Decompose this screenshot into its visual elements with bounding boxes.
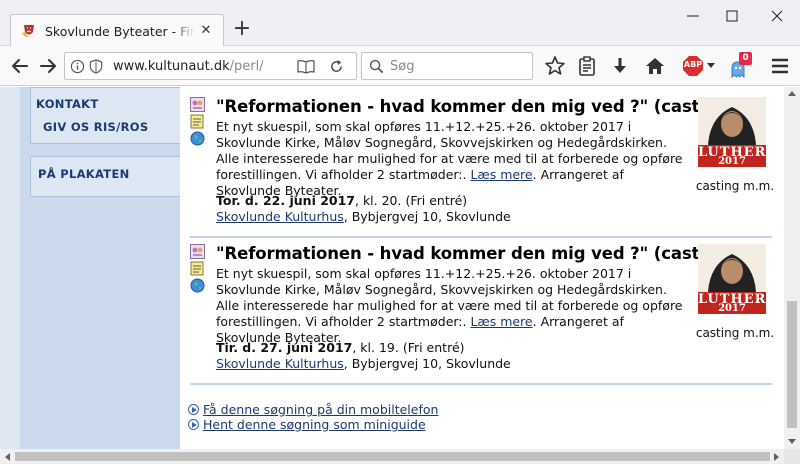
event-venue: Skovlunde Kulturhus, Bybjergvej 10, Skov… (216, 209, 511, 224)
theater-poster-icon[interactable] (190, 244, 205, 259)
event-time: , kl. 20. (Fri entré) (355, 193, 468, 208)
event-date: Tor. d. 22. juni 2017, kl. 20. (Fri entr… (216, 193, 467, 208)
maximize-window-icon[interactable] (722, 6, 742, 26)
read-more-link[interactable]: Læs mere (470, 314, 532, 329)
venue-link[interactable]: Skovlunde Kulturhus (216, 209, 344, 224)
url-host: www.kultunaut.dk (113, 59, 230, 74)
adblock-label: ABP (683, 60, 703, 69)
globe-icon[interactable] (190, 278, 205, 293)
poster-text-year: 2017 (718, 303, 746, 314)
search-bar[interactable]: Søg (361, 52, 533, 80)
globe-icon[interactable] (190, 131, 205, 146)
mobile-search-link-text: Få denne søgning på din mobiltelefon (203, 402, 439, 417)
calendar-note-icon[interactable] (190, 261, 205, 276)
sidebar-item-kontakt[interactable]: KONTAKT (36, 97, 99, 111)
scroll-down-arrow-icon[interactable] (788, 439, 796, 445)
event-image-caption: casting m.m. (695, 179, 775, 193)
event-separator (190, 236, 772, 238)
sidebar-item-giv-os-ris-ros[interactable]: GIV OS RIS/ROS (43, 120, 148, 134)
bookmark-star-icon[interactable] (543, 54, 567, 78)
minimize-window-icon[interactable] (683, 6, 703, 26)
circle-arrow-icon (188, 404, 199, 415)
tab-title: Skovlunde Byteater - Find de (45, 24, 195, 39)
poster-text-year: 2017 (718, 156, 746, 167)
event-item: "Reformationen - hvad kommer den mig ved… (190, 244, 774, 379)
notification-count-badge: 0 (739, 52, 752, 65)
event-icons (190, 244, 206, 295)
left-column: KONTAKT GIV OS RIS/ROS PÅ PLAKATEN (0, 87, 180, 449)
horizontal-scrollbar[interactable] (0, 449, 784, 464)
search-icon (369, 59, 384, 74)
event-image[interactable]: LUTHER 2017 (698, 244, 766, 314)
horizontal-scroll-thumb[interactable] (15, 452, 770, 461)
event-description: Et nyt skuespil, som skal opføres 11.+12… (216, 119, 686, 199)
event-title: "Reformationen - hvad kommer den mig ved… (216, 97, 742, 116)
vertical-scrollbar[interactable] (784, 87, 800, 449)
sidebar-item-paa-plakaten[interactable]: PÅ PLAKATEN (38, 167, 130, 181)
browser-tab[interactable]: Skovlunde Byteater - Find de ✕ (10, 14, 224, 47)
url-path: /perl/stec (229, 59, 263, 74)
main-column: "Reformationen - hvad kommer den mig ved… (180, 87, 784, 449)
sidebar-box-contact: KONTAKT GIV OS RIS/ROS (30, 87, 180, 144)
event-time: , kl. 19. (Fri entré) (352, 340, 465, 355)
read-more-link[interactable]: Læs mere (470, 167, 532, 182)
event-date-bold: Tor. d. 22. juni 2017 (216, 193, 355, 208)
notifications-button[interactable]: 0 (729, 52, 753, 79)
theater-poster-icon[interactable] (190, 97, 205, 112)
venue-address: , Bybjergvej 10, Skovlunde (343, 209, 511, 224)
miniguide-link-text: Hent denne søgning som miniguide (203, 417, 426, 432)
event-title: "Reformationen - hvad kommer den mig ved… (216, 244, 742, 263)
info-icon[interactable] (70, 59, 85, 74)
home-icon[interactable] (643, 54, 667, 78)
scrollbar-corner (784, 449, 800, 464)
event-date-bold: Tir. d. 27. juni 2017 (216, 340, 353, 355)
navigation-toolbar: www.kultunaut.dk/perl/stec Søg (0, 46, 800, 86)
venue-address: , Bybjergvej 10, Skovlunde (343, 356, 511, 371)
sidebar-box-plakaten: PÅ PLAKATEN (30, 156, 180, 197)
theater-masks-icon (22, 25, 34, 38)
new-tab-button[interactable]: + (230, 18, 254, 42)
mobile-search-link[interactable]: Få denne søgning på din mobiltelefon (188, 402, 438, 417)
event-date: Tir. d. 27. juni 2017, kl. 19. (Fri entr… (216, 340, 465, 355)
reload-icon[interactable] (329, 59, 344, 74)
miniguide-link[interactable]: Hent denne søgning som miniguide (188, 417, 426, 432)
event-image-caption: casting m.m. (695, 326, 775, 340)
dropdown-arrow-icon[interactable] (707, 63, 715, 69)
close-window-icon[interactable] (767, 6, 787, 26)
back-arrow-icon[interactable] (8, 54, 32, 78)
scroll-up-arrow-icon[interactable] (788, 90, 796, 96)
calendar-note-icon[interactable] (190, 114, 205, 129)
venue-link[interactable]: Skovlunde Kulturhus (216, 356, 344, 371)
url-bar[interactable]: www.kultunaut.dk/perl/stec (64, 52, 357, 80)
circle-arrow-icon (188, 419, 199, 430)
event-description: Et nyt skuespil, som skal opføres 11.+12… (216, 266, 686, 346)
hamburger-menu-icon[interactable] (768, 54, 792, 78)
tracking-shield-icon[interactable] (89, 59, 103, 74)
page-content: KONTAKT GIV OS RIS/ROS PÅ PLAKATEN "Refo… (0, 87, 784, 449)
adblock-plus-button[interactable]: ABP (682, 55, 704, 77)
download-arrow-icon[interactable] (608, 54, 632, 78)
library-clipboard-icon[interactable] (575, 54, 599, 78)
event-separator (190, 383, 772, 385)
tab-strip: Skovlunde Byteater - Find de ✕ + (0, 0, 800, 47)
vertical-scroll-thumb[interactable] (787, 301, 797, 428)
scroll-left-arrow-icon[interactable] (4, 453, 10, 461)
event-venue: Skovlunde Kulturhus, Bybjergvej 10, Skov… (216, 356, 511, 371)
event-image[interactable]: LUTHER 2017 (698, 97, 766, 167)
event-item: "Reformationen - hvad kommer den mig ved… (190, 97, 774, 232)
event-icons (190, 97, 206, 148)
scroll-right-arrow-icon[interactable] (774, 453, 780, 461)
forward-arrow-icon[interactable] (36, 54, 60, 78)
url-text: www.kultunaut.dk/perl/stec (113, 59, 263, 74)
close-tab-icon[interactable]: ✕ (198, 23, 214, 39)
search-placeholder: Søg (390, 59, 415, 74)
reader-view-icon[interactable] (297, 59, 315, 74)
